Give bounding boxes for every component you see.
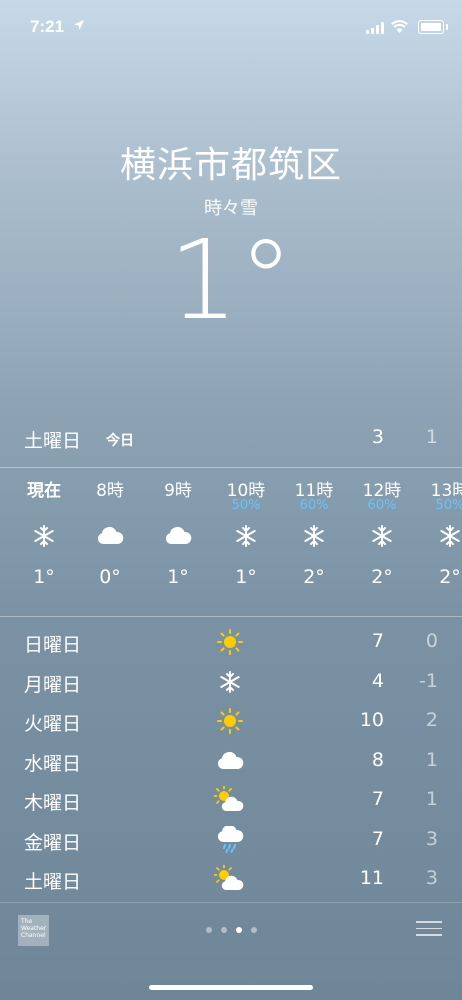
daily-row: 木曜日 7 1	[24, 782, 438, 822]
snowflake-icon	[216, 516, 276, 556]
daily-forecast[interactable]: 日曜日 7 0 月曜日 4 -1 火曜日 10 2 水曜日 8 1 木曜日 7 1 金曜日 7 3 土曜日 11 3	[24, 624, 438, 901]
wifi-icon	[391, 20, 408, 33]
cloud-icon	[148, 516, 208, 556]
precip-chance: 60%	[367, 498, 397, 513]
hourly-item: 現在 1°	[14, 476, 74, 588]
hourly-item: 11時 60% 2°	[284, 476, 344, 588]
day-name: 月曜日	[24, 673, 82, 696]
hour-label: 12時	[362, 481, 402, 501]
hour-temp: 0°	[99, 566, 121, 588]
hour-temp: 1°	[33, 566, 55, 588]
page-dot[interactable]	[205, 927, 212, 933]
snowflake-icon	[14, 516, 74, 556]
hourly-forecast[interactable]: 現在 1° 8時 0° 9時 1° 10時 50% 1° 11時 60% 2° 12時 60% 2° 13時 5…	[0, 476, 462, 606]
today-high: 3	[371, 426, 384, 448]
day-high: 10	[359, 709, 384, 731]
cellular-signal-icon	[366, 22, 384, 34]
hour-temp: 2°	[439, 566, 461, 588]
day-high: 7	[371, 630, 384, 652]
today-day: 土曜日	[24, 430, 82, 452]
bottom-toolbar: The Weather Channel	[0, 905, 462, 965]
page-indicator[interactable]	[0, 927, 462, 933]
day-name: 土曜日	[24, 871, 82, 893]
day-name: 金曜日	[24, 831, 82, 854]
status-time: 7:21	[30, 17, 65, 36]
hourly-item: 13時 50% 2°	[420, 476, 462, 588]
today-low: 1	[425, 426, 438, 448]
home-indicator[interactable]	[149, 985, 313, 990]
precip-chance: 50%	[435, 498, 462, 513]
partly-cloudy-icon	[214, 865, 246, 893]
hourly-item: 9時 1°	[148, 476, 208, 588]
day-high: 4	[371, 669, 384, 692]
divider	[0, 616, 462, 617]
day-name: 水曜日	[24, 752, 82, 775]
day-low: 1	[425, 748, 438, 771]
hour-label: 9時	[164, 481, 192, 501]
divider	[0, 467, 462, 468]
page-dot[interactable]	[220, 927, 227, 933]
hour-label: 11時	[294, 481, 334, 501]
precip-chance: 50%	[231, 498, 261, 513]
today-tag: 今日	[106, 433, 134, 449]
location-header: 横浜市都筑区 時々雪	[0, 136, 462, 220]
city-list-button[interactable]	[416, 921, 442, 941]
day-low: 0	[425, 630, 438, 652]
hour-temp: 1°	[167, 566, 189, 588]
location-arrow-icon	[74, 20, 84, 30]
daily-row: 火曜日 10 2	[24, 703, 438, 743]
snowflake-icon	[284, 516, 344, 556]
sun-icon	[214, 707, 246, 735]
daily-row: 金曜日 7 3	[24, 822, 438, 862]
partly-cloudy-icon	[214, 786, 246, 814]
daily-row: 月曜日 4 -1	[24, 664, 438, 704]
day-high: 11	[359, 867, 384, 889]
rain-cloud-icon	[214, 825, 246, 854]
day-low: 2	[425, 709, 438, 731]
hour-temp: 2°	[303, 566, 325, 588]
hour-label: 10時	[226, 481, 266, 501]
precip-chance: 60%	[299, 498, 329, 513]
hour-label: 8時	[96, 481, 124, 501]
page-dot[interactable]	[250, 927, 257, 933]
day-name: 日曜日	[24, 634, 82, 656]
city-name: 横浜市都筑区	[119, 145, 342, 186]
daily-row: 日曜日 7 0	[24, 624, 438, 664]
cloud-icon	[214, 747, 246, 775]
day-low: -1	[419, 669, 438, 692]
snowflake-icon	[352, 516, 412, 556]
divider	[0, 902, 462, 903]
day-high: 7	[371, 788, 384, 810]
cloud-icon	[80, 516, 140, 556]
battery-icon	[418, 20, 448, 34]
snowflake-icon	[214, 668, 246, 696]
current-temperature: 1°	[168, 216, 294, 344]
day-name: 木曜日	[24, 792, 82, 814]
page-dot[interactable]	[235, 927, 242, 933]
hourly-item: 8時 0°	[80, 476, 140, 588]
sun-icon	[214, 628, 246, 656]
today-summary: 土曜日 今日 3 1	[24, 420, 438, 460]
hour-temp: 1°	[235, 566, 257, 588]
snowflake-icon	[420, 516, 462, 556]
daily-row: 水曜日 8 1	[24, 743, 438, 783]
day-low: 3	[425, 827, 438, 850]
hour-label: 現在	[27, 481, 61, 501]
day-low: 3	[425, 867, 438, 889]
day-high: 8	[371, 748, 384, 771]
hour-temp: 2°	[371, 566, 393, 588]
day-high: 7	[371, 827, 384, 850]
hour-label: 13時	[430, 481, 462, 501]
day-low: 1	[425, 788, 438, 810]
status-bar: 7:21	[0, 0, 462, 50]
hourly-item: 12時 60% 2°	[352, 476, 412, 588]
hourly-item: 10時 50% 1°	[216, 476, 276, 588]
day-name: 火曜日	[24, 713, 82, 735]
daily-row: 土曜日 11 3	[24, 861, 438, 901]
